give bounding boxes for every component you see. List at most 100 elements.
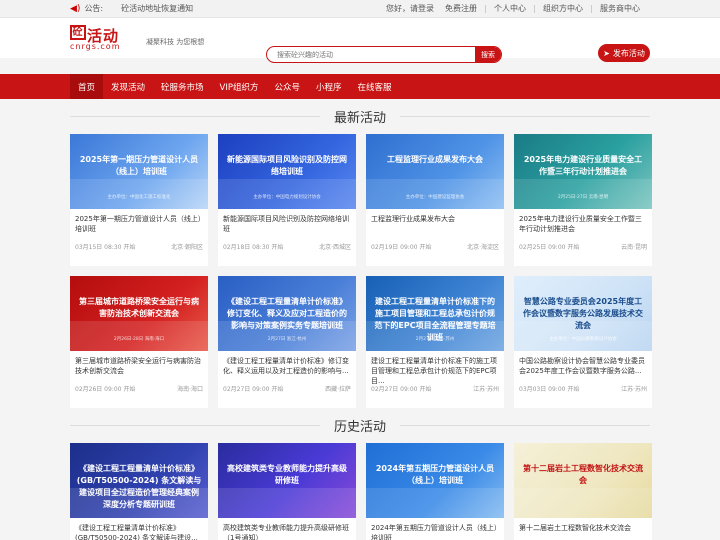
- activity-card[interactable]: 2025年电力建设行业质量安全工作暨三年行动计划推进会 2月25日-27日 云南·…: [514, 134, 652, 266]
- banner-decoration: [70, 321, 208, 351]
- activity-date: 02月18日 08:30 开始: [223, 244, 284, 251]
- notice-label: 公告:: [84, 4, 104, 13]
- banner-decoration: [514, 179, 652, 209]
- activity-meta: 02月19日 09:00 开始 北京·海淀区: [366, 242, 504, 251]
- activity-banner[interactable]: 《建设工程工程量清单计价标准》(GB/T50500-2024) 条文解读与建设项…: [70, 443, 208, 518]
- main-nav: 首页 发现活动 砼服务市场 VIP组织方 公众号 小程序 在线客服: [0, 74, 720, 99]
- notice-link[interactable]: 砼活动地址恢复通知: [121, 3, 193, 14]
- activity-title[interactable]: 第三届城市道路桥梁安全运行与病害防治技术创新交流会: [70, 351, 208, 384]
- activity-meta: 02月18日 08:30 开始 北京·西城区: [218, 242, 356, 251]
- banner-subtitle: 主办单位：中国化工施工标准化: [107, 195, 171, 200]
- activity-meta: 03月15日 08:30 开始 北京·朝阳区: [70, 242, 208, 251]
- merchant-center-link[interactable]: 服务商中心: [591, 5, 648, 13]
- activity-banner[interactable]: 2025年第一期压力管道设计人员（线上）培训班主办单位：中国化工施工标准化: [70, 134, 208, 209]
- personal-center-link[interactable]: 个人中心: [485, 5, 534, 13]
- notice: ◀) 公告: 砼活动地址恢复通知: [70, 3, 193, 14]
- activity-card[interactable]: 2024年第五期压力管道设计人员（线上）培训班 2024年第五期压力管道设计人员（…: [366, 443, 504, 540]
- activity-meta: 02月27日 09:00 开始 西藏·拉萨: [218, 384, 356, 393]
- login-link[interactable]: 您好，请登录: [386, 5, 437, 13]
- activity-location: 北京·西城区: [319, 244, 351, 251]
- activity-title[interactable]: 2025年第一期压力管道设计人员（线上）培训班: [70, 209, 208, 242]
- nav-item-market[interactable]: 砼服务市场: [153, 74, 212, 99]
- activity-card[interactable]: 第三届城市道路桥梁安全运行与病害防治技术创新交流会 2月26日-28日 海南·海口…: [70, 276, 208, 408]
- activity-title[interactable]: 2025年电力建设行业质量安全工作暨三年行动计划推进会: [514, 209, 652, 242]
- top-bar: ◀) 公告: 砼活动地址恢复通知 您好，请登录 免费注册 个人中心 组织方中心 …: [0, 0, 720, 18]
- section-title: 最新活动: [323, 107, 396, 126]
- banner-title: 新能源国际项目风险识别及防控网络培训班: [227, 155, 347, 176]
- activity-banner[interactable]: 高校建筑类专业教师能力提升高级研修班: [218, 443, 356, 518]
- activity-location: 西藏·拉萨: [325, 386, 351, 393]
- nav-item-mini-program[interactable]: 小程序: [308, 74, 350, 99]
- activity-banner[interactable]: 工程监理行业成果发布大会主办单位：中国建设监理协会: [366, 134, 504, 209]
- activity-card[interactable]: 《建设工程工程量清单计价标准》修订变化、释义及应对工程造价的影响与对策案例实务专…: [218, 276, 356, 408]
- banner-title: 《建设工程工程量清单计价标准》修订变化、释义及应对工程造价的影响与对策案例实务专…: [227, 297, 347, 330]
- activity-card[interactable]: 第十二届岩土工程数智化技术交流会 第十二届岩土工程数智化技术交流会: [514, 443, 652, 540]
- banner-title: 第十二届岩土工程数智化技术交流会: [523, 464, 643, 485]
- banner-subtitle: 2月26日-28日 海南·海口: [113, 337, 165, 342]
- activity-title[interactable]: 新能源国际项目风险识别及防控网络培训班: [218, 209, 356, 242]
- search-button[interactable]: 搜索: [475, 47, 501, 62]
- banner-title: 工程监理行业成果发布大会: [387, 155, 483, 164]
- activity-card[interactable]: 2025年第一期压力管道设计人员（线上）培训班 主办单位：中国化工施工标准化 202…: [70, 134, 208, 266]
- search-input[interactable]: [267, 47, 475, 62]
- banner-title: 2025年电力建设行业质量安全工作暨三年行动计划推进会: [523, 155, 643, 176]
- activity-banner[interactable]: 建设工程工程量清单计价标准下的施工项目管理和工程总承包计价规范下的EPC项目全流…: [366, 276, 504, 351]
- nav-item-discover[interactable]: 发现活动: [103, 74, 153, 99]
- activity-banner[interactable]: 智慧公路专业委员会2025年度工作会议暨数字服务公路发展技术交流会 主办单位：中国…: [514, 276, 652, 351]
- activity-title[interactable]: 建设工程工程量清单计价标准下的施工项目管理和工程总承包计价规范下的EPC项目..…: [366, 351, 504, 384]
- banner-title: 高校建筑类专业教师能力提升高级研修班: [227, 464, 347, 485]
- activity-date: 03月15日 08:30 开始: [75, 244, 136, 251]
- divider: [400, 116, 650, 117]
- activity-meta: 02月27日 09:00 开始 江苏·苏州: [366, 384, 504, 393]
- latest-section-header: 最新活动: [0, 99, 720, 134]
- logo-mark: 砼: [70, 25, 86, 40]
- activity-title[interactable]: 高校建筑类专业教师能力提升高级研修班（1号通知）: [218, 518, 356, 540]
- activity-date: 02月25日 09:00 开始: [519, 244, 580, 251]
- banner-decoration: [218, 488, 356, 518]
- banner-title: 智慧公路专业委员会2025年度工作会议暨数字服务公路发展技术交流会: [523, 297, 643, 330]
- banner-decoration: [366, 488, 504, 518]
- activity-banner[interactable]: 《建设工程工程量清单计价标准》修订变化、释义及应对工程造价的影响与对策案例实务专…: [218, 276, 356, 351]
- activity-location: 江苏·苏州: [621, 386, 647, 393]
- logo[interactable]: 砼活动 cnrgs.com: [70, 25, 130, 53]
- header: 砼活动 cnrgs.com 凝聚科技 为您根想 搜索 ➤ 发布活动: [0, 18, 720, 63]
- activity-card[interactable]: 智慧公路专业委员会2025年度工作会议暨数字服务公路发展技术交流会 主办单位：中国…: [514, 276, 652, 408]
- publish-label: 发布活动: [612, 48, 645, 58]
- banner-subtitle: 主办单位：中国电力规划设计协会: [253, 195, 321, 200]
- nav-item-home[interactable]: 首页: [70, 74, 104, 99]
- organizer-center-link[interactable]: 组织方中心: [534, 5, 591, 13]
- activity-banner[interactable]: 2024年第五期压力管道设计人员（线上）培训班: [366, 443, 504, 518]
- activity-location: 海南·海口: [177, 386, 203, 393]
- banner-title: 第三届城市道路桥梁安全运行与病害防治技术创新交流会: [79, 297, 199, 318]
- activity-card[interactable]: 新能源国际项目风险识别及防控网络培训班 主办单位：中国电力规划设计协会 新能源国际项…: [218, 134, 356, 266]
- activity-title[interactable]: 中国公路勘察设计协会智慧公路专业委员会2025年度工作会议暨数字服务公路...: [514, 351, 652, 384]
- nav-item-official-account[interactable]: 公众号: [267, 74, 309, 99]
- activity-meta: 03月03日 09:00 开始 江苏·苏州: [514, 384, 652, 393]
- activity-date: 02月27日 09:00 开始: [223, 386, 284, 393]
- user-links: 您好，请登录 免费注册 个人中心 组织方中心 服务商中心: [386, 0, 648, 18]
- activity-location: 北京·朝阳区: [171, 244, 203, 251]
- activity-banner[interactable]: 第十二届岩土工程数智化技术交流会: [514, 443, 652, 518]
- activity-title[interactable]: 第十二届岩土工程数智化技术交流会: [514, 518, 652, 540]
- register-link[interactable]: 免费注册: [437, 5, 485, 13]
- activity-title[interactable]: 《建设工程工程量清单计价标准》(GB/T50500-2024) 条文解读与建设.…: [70, 518, 208, 540]
- banner-subtitle: 主办单位：中国建设监理协会: [405, 195, 465, 200]
- activity-title[interactable]: 2024年第五期压力管道设计人员（线上）培训班: [366, 518, 504, 540]
- divider: [70, 425, 320, 426]
- activity-card[interactable]: 工程监理行业成果发布大会 主办单位：中国建设监理协会 工程监理行业成果发布大会 02月…: [366, 134, 504, 266]
- activity-title[interactable]: 《建设工程工程量清单计价标准》修订变化、释义运用以及对工程造价的影响与...: [218, 351, 356, 384]
- activity-card[interactable]: 《建设工程工程量清单计价标准》(GB/T50500-2024) 条文解读与建设项…: [70, 443, 208, 540]
- activity-banner[interactable]: 新能源国际项目风险识别及防控网络培训班主办单位：中国电力规划设计协会: [218, 134, 356, 209]
- nav-item-support[interactable]: 在线客服: [350, 74, 400, 99]
- publish-button[interactable]: ➤ 发布活动: [598, 44, 650, 62]
- activity-banner[interactable]: 2025年电力建设行业质量安全工作暨三年行动计划推进会 2月25日-27日 云南·…: [514, 134, 652, 209]
- banner-decoration: [366, 179, 504, 209]
- activity-card[interactable]: 高校建筑类专业教师能力提升高级研修班 高校建筑类专业教师能力提升高级研修班（1号通…: [218, 443, 356, 540]
- nav-item-vip[interactable]: VIP组织方: [212, 74, 267, 99]
- activity-banner[interactable]: 第三届城市道路桥梁安全运行与病害防治技术创新交流会 2月26日-28日 海南·海口: [70, 276, 208, 351]
- history-section-header: 历史活动: [0, 408, 720, 443]
- send-icon: ➤: [603, 48, 610, 58]
- activity-card[interactable]: 建设工程工程量清单计价标准下的施工项目管理和工程总承包计价规范下的EPC项目全流…: [366, 276, 504, 408]
- banner-title: 2025年第一期压力管道设计人员（线上）培训班: [79, 155, 199, 176]
- activity-title[interactable]: 工程监理行业成果发布大会: [366, 209, 504, 242]
